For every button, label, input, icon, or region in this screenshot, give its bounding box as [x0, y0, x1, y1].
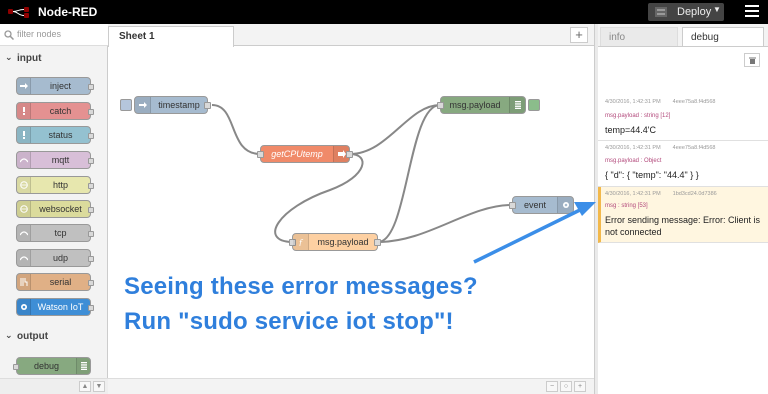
- annotation-line-2: Run "sudo service iot stop"!: [124, 308, 454, 335]
- annotation-line-1: Seeing these error messages?: [124, 273, 478, 300]
